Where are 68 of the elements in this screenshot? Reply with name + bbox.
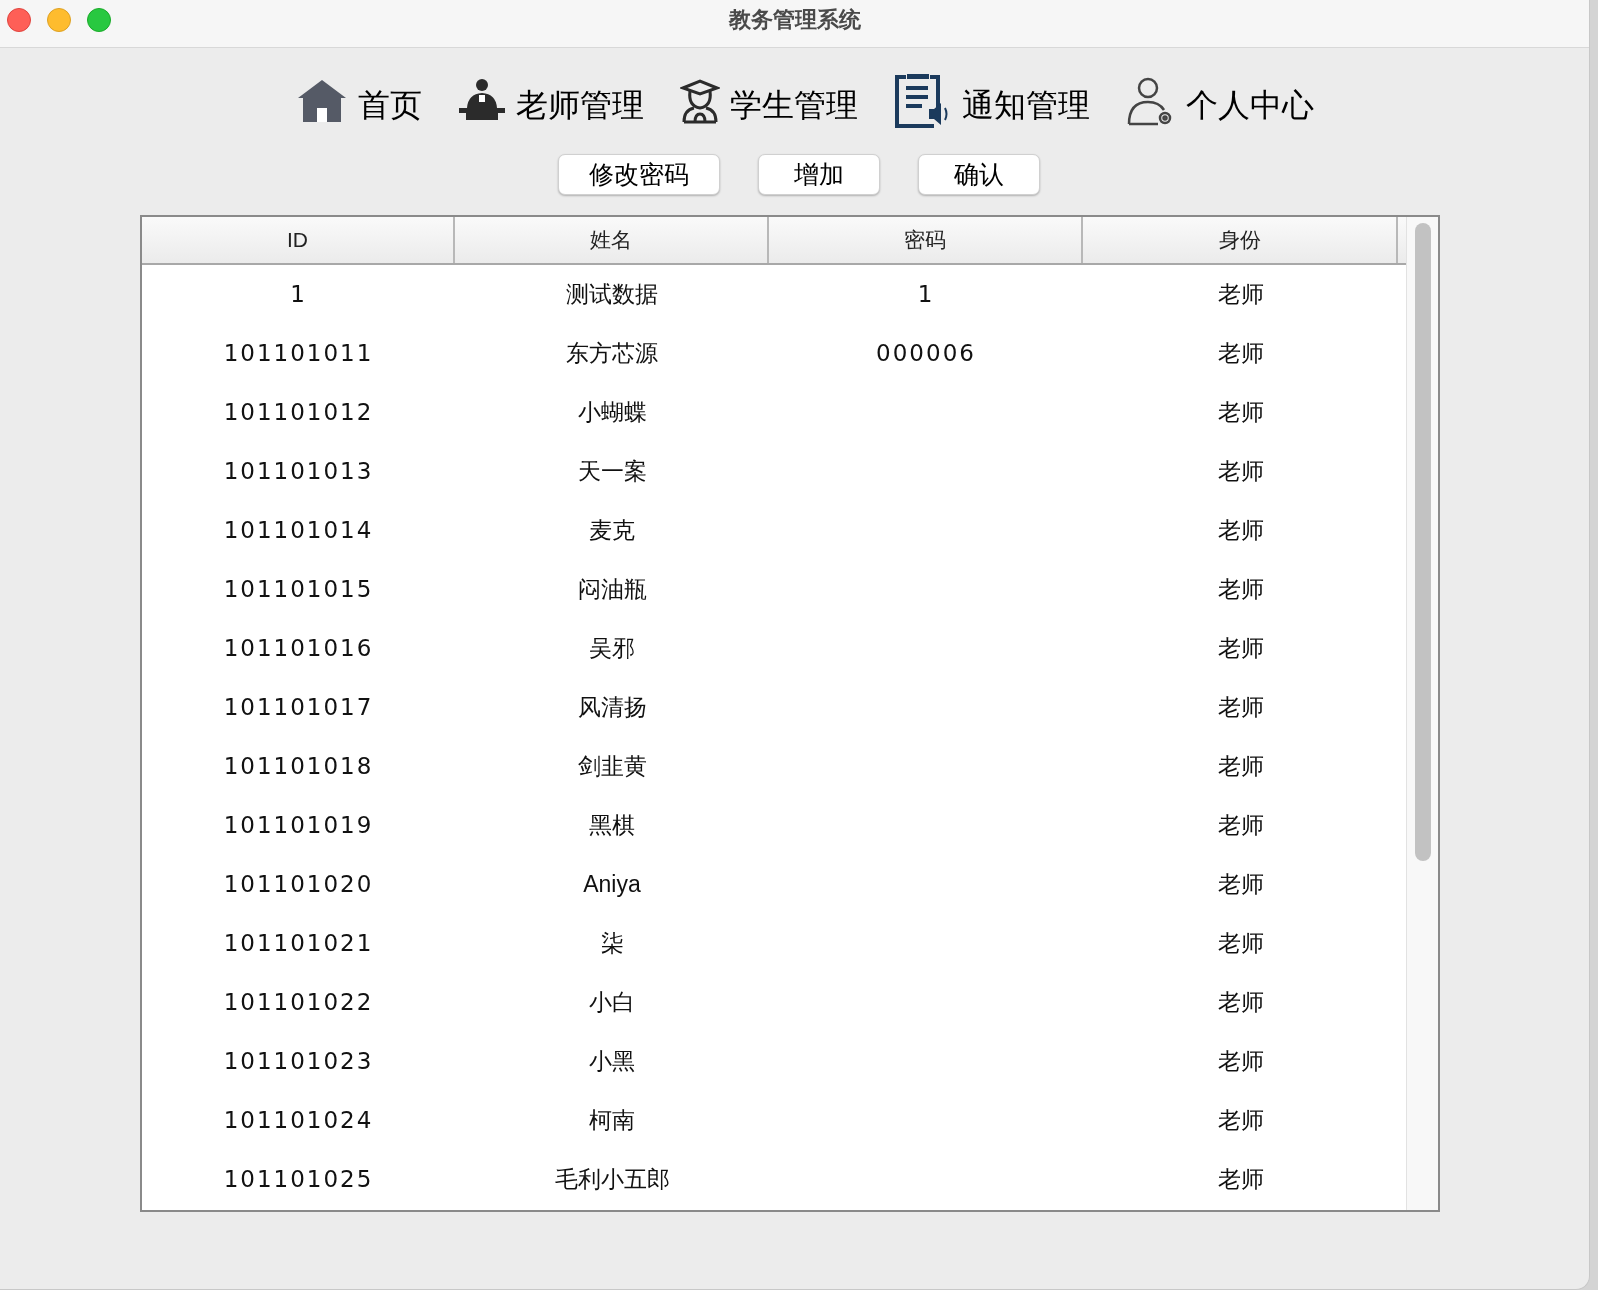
table-cell: 老师 <box>1217 637 1264 660</box>
table-cell: 小蝴蝶 <box>577 401 647 424</box>
column-header[interactable]: 密码 <box>769 217 1083 263</box>
column-header[interactable]: 身份 <box>1083 217 1398 263</box>
nav-link[interactable]: 老师管理 <box>515 89 644 121</box>
table-cell: 老师 <box>1217 460 1264 483</box>
table-cell: 老师 <box>1217 519 1264 542</box>
scrollbar-thumb[interactable] <box>1414 223 1431 861</box>
table-cell: 剑韭黄 <box>577 755 647 778</box>
table-cell: 101101012 <box>223 401 374 424</box>
table-cell: 测试数据 <box>566 283 658 306</box>
table-cell: 000006 <box>876 342 976 365</box>
table-cell: 101101017 <box>223 696 374 719</box>
table-cell: 101101024 <box>223 1109 374 1132</box>
window-title: 教务管理系统 <box>728 6 861 34</box>
student-icon <box>679 78 720 124</box>
action-button[interactable]: 增加 <box>757 154 880 195</box>
table-cell: 101101020 <box>223 873 374 896</box>
table-cell: 老师 <box>1217 873 1264 896</box>
table-cell: 老师 <box>1217 991 1264 1014</box>
table-cell: 老师 <box>1217 814 1264 837</box>
table-cell: 黑棋 <box>589 814 635 837</box>
table-cell: 101101011 <box>223 342 374 365</box>
table-cell: 毛利小五郎 <box>554 1168 670 1191</box>
close-button[interactable] <box>7 8 31 32</box>
table-cell: 老师 <box>1217 932 1264 955</box>
table-cell: 101101018 <box>223 755 374 778</box>
table-cell: 101101019 <box>223 814 374 837</box>
table-cell: 101101021 <box>223 932 374 955</box>
nav-link[interactable]: 通知管理 <box>961 89 1090 121</box>
table-cell: 老师 <box>1217 1109 1264 1132</box>
table-cell: 101101014 <box>223 519 374 542</box>
action-button[interactable]: 确认 <box>917 154 1040 195</box>
table-cell: 闷油瓶 <box>577 578 647 601</box>
column-header[interactable]: 姓名 <box>455 217 769 263</box>
column-header[interactable]: ID <box>142 217 455 263</box>
table-cell: 天一案 <box>577 460 647 483</box>
table-cell: 风清扬 <box>577 696 647 719</box>
table-cell: 老师 <box>1217 696 1264 719</box>
table-cell: 柯南 <box>589 1109 635 1132</box>
table-cell: 1 <box>290 283 307 306</box>
table-cell: 麦克 <box>589 519 635 542</box>
table-cell: 101101015 <box>223 578 374 601</box>
nav-link[interactable]: 首页 <box>357 89 422 121</box>
table-cell: 老师 <box>1217 1168 1264 1191</box>
table-cell: 老师 <box>1217 401 1264 424</box>
table-cell: 老师 <box>1217 755 1264 778</box>
table-cell: 小黑 <box>589 1050 635 1073</box>
table-cell: 老师 <box>1217 578 1264 601</box>
table-cell: 101101016 <box>223 637 374 660</box>
table-cell: 101101023 <box>223 1050 374 1073</box>
table-cell: 吴邪 <box>589 637 635 660</box>
table-cell: 柒 <box>600 932 624 955</box>
table-cell: 老师 <box>1217 1050 1264 1073</box>
table-cell: 老师 <box>1217 283 1264 306</box>
table-cell: 101101022 <box>223 991 374 1014</box>
action-button[interactable]: 修改密码 <box>557 154 720 195</box>
maximize-button[interactable] <box>87 8 111 32</box>
table-cell: 东方芯源 <box>566 342 658 365</box>
table-cell: 101101025 <box>223 1168 374 1191</box>
minimize-button[interactable] <box>47 8 71 32</box>
table-cell: 小白 <box>589 991 635 1014</box>
table-cell: 老师 <box>1217 342 1264 365</box>
table-cell: 101101013 <box>223 460 374 483</box>
table-cell: 1 <box>917 283 935 306</box>
nav-link[interactable]: 个人中心 <box>1185 89 1314 121</box>
nav-link[interactable]: 学生管理 <box>729 89 858 121</box>
table-cell: Aniya <box>583 873 641 896</box>
